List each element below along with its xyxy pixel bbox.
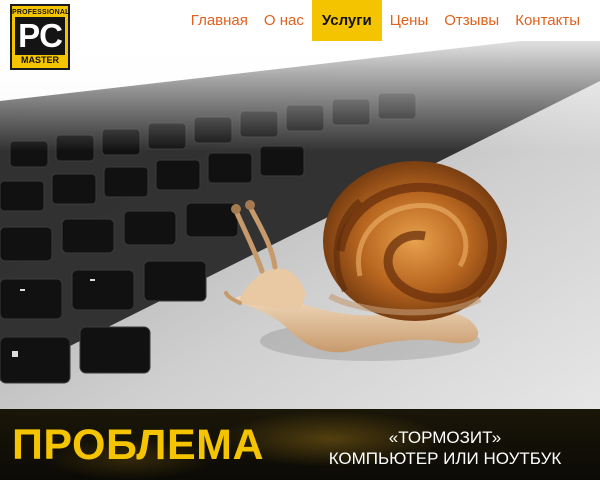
nav-item-prices[interactable]: Цены bbox=[382, 0, 437, 41]
hero-illustration bbox=[0, 41, 600, 409]
logo-pc-text: PC bbox=[15, 17, 65, 55]
nav-item-services[interactable]: Услуги bbox=[311, 0, 382, 41]
nav-item-reviews[interactable]: Отзывы bbox=[436, 0, 507, 41]
banner-subtitle: «ТОРМОЗИТ» КОМПЬЮТЕР ИЛИ НОУТБУК bbox=[300, 427, 590, 469]
header: Главная О нас Услуги Цены Отзывы Контакт… bbox=[0, 0, 600, 41]
logo-bottom-text: MASTER bbox=[21, 55, 59, 65]
page: Главная О нас Услуги Цены Отзывы Контакт… bbox=[0, 0, 600, 480]
nav-item-contacts[interactable]: Контакты bbox=[507, 0, 588, 41]
banner-title: ПРОБЛЕМА bbox=[12, 421, 265, 469]
nav-item-about[interactable]: О нас bbox=[256, 0, 312, 41]
logo-top-text: PROFESSIONAL bbox=[12, 9, 70, 16]
logo[interactable]: PROFESSIONAL PC MASTER bbox=[10, 4, 70, 70]
problem-banner: ПРОБЛЕМА «ТОРМОЗИТ» КОМПЬЮТЕР ИЛИ НОУТБУ… bbox=[0, 409, 600, 480]
nav-item-home[interactable]: Главная bbox=[183, 0, 256, 41]
hero-image bbox=[0, 41, 600, 409]
banner-subtitle-line2: КОМПЬЮТЕР ИЛИ НОУТБУК bbox=[328, 449, 562, 468]
main-nav: Главная О нас Услуги Цены Отзывы Контакт… bbox=[183, 0, 588, 41]
banner-subtitle-line1: «ТОРМОЗИТ» bbox=[388, 428, 502, 447]
